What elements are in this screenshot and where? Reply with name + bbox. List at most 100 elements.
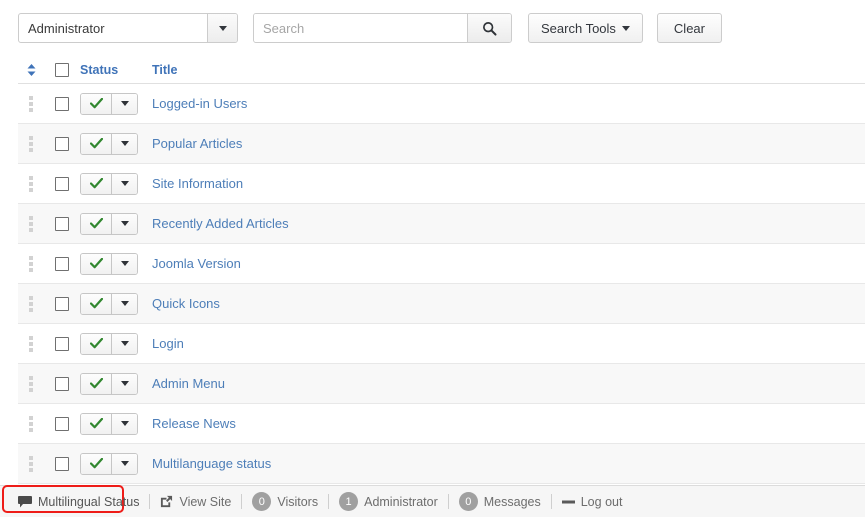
row-status-cell xyxy=(80,412,152,435)
table-row: Logged-in Users xyxy=(18,84,865,124)
administrator-item[interactable]: 1 Administrator xyxy=(329,492,448,511)
status-dropdown-button[interactable] xyxy=(111,453,137,474)
drag-handle[interactable] xyxy=(18,335,44,352)
status-toggle-button[interactable] xyxy=(81,213,111,234)
filter-select-value: Administrator xyxy=(28,20,105,36)
external-link-icon xyxy=(161,495,173,508)
status-dropdown-button[interactable] xyxy=(111,373,137,394)
status-toggle-button[interactable] xyxy=(81,333,111,354)
chevron-down-icon[interactable] xyxy=(207,14,237,42)
messages-item[interactable]: 0 Messages xyxy=(449,492,551,511)
drag-handle[interactable] xyxy=(18,135,44,152)
widgets-manager-page: Administrator Search Tools Clear xyxy=(0,0,865,517)
filter-select[interactable]: Administrator xyxy=(18,13,238,43)
row-checkbox[interactable] xyxy=(55,256,69,271)
search-tools-button[interactable]: Search Tools xyxy=(528,13,643,43)
row-title-link[interactable]: Recently Added Articles xyxy=(152,216,289,231)
row-title-link[interactable]: Multilanguage status xyxy=(152,456,271,471)
clear-button[interactable]: Clear xyxy=(656,13,722,43)
select-all-checkbox[interactable] xyxy=(55,62,69,77)
sort-column-header[interactable] xyxy=(18,63,44,77)
drag-handle[interactable] xyxy=(18,175,44,192)
search-button[interactable] xyxy=(467,14,511,42)
row-checkbox[interactable] xyxy=(55,456,69,471)
status-toggle-button[interactable] xyxy=(81,93,111,114)
row-checkbox[interactable] xyxy=(55,336,69,351)
table-row: Release News xyxy=(18,404,865,444)
row-title-link[interactable]: Popular Articles xyxy=(152,136,242,151)
drag-handle[interactable] xyxy=(18,215,44,232)
status-toggle-button[interactable] xyxy=(81,373,111,394)
row-title-cell: Release News xyxy=(152,416,865,431)
row-checkbox[interactable] xyxy=(55,296,69,311)
row-title-link[interactable]: Login xyxy=(152,336,184,351)
row-checkbox[interactable] xyxy=(55,96,69,111)
chevron-down-icon xyxy=(120,181,129,186)
status-dropdown-button[interactable] xyxy=(111,293,137,314)
row-title-link[interactable]: Logged-in Users xyxy=(152,96,247,111)
row-status-cell xyxy=(80,92,152,115)
table-row: Recently Added Articles xyxy=(18,204,865,244)
check-icon xyxy=(89,418,103,429)
chevron-down-icon xyxy=(120,101,129,106)
view-site-item[interactable]: View Site xyxy=(150,495,241,509)
chevron-down-icon xyxy=(120,461,129,466)
row-checkbox[interactable] xyxy=(55,376,69,391)
sort-updown-icon xyxy=(27,63,35,76)
row-checkbox[interactable] xyxy=(55,176,69,191)
row-title-link[interactable]: Admin Menu xyxy=(152,376,225,391)
status-dropdown-button[interactable] xyxy=(111,413,137,434)
row-title-link[interactable]: Quick Icons xyxy=(152,296,220,311)
row-checkbox[interactable] xyxy=(55,136,69,151)
row-select-cell xyxy=(44,296,80,311)
row-select-cell xyxy=(44,96,80,111)
status-dropdown-button[interactable] xyxy=(111,93,137,114)
row-title-link[interactable]: Joomla Version xyxy=(152,256,241,271)
status-column-header[interactable]: Status xyxy=(80,63,152,77)
multilingual-status-item[interactable]: Multilingual Status xyxy=(8,495,149,509)
drag-handle[interactable] xyxy=(18,455,44,472)
row-checkbox[interactable] xyxy=(55,416,69,431)
title-column-header[interactable]: Title xyxy=(152,63,865,77)
status-dropdown-button[interactable] xyxy=(111,333,137,354)
drag-handle[interactable] xyxy=(18,295,44,312)
logout-item[interactable]: Log out xyxy=(552,495,633,509)
chevron-down-icon xyxy=(120,221,129,226)
drag-handle[interactable] xyxy=(18,415,44,432)
status-toggle-button[interactable] xyxy=(81,133,111,154)
drag-handle[interactable] xyxy=(18,375,44,392)
status-dropdown-button[interactable] xyxy=(111,133,137,154)
drag-handle[interactable] xyxy=(18,95,44,112)
drag-dots-icon xyxy=(29,175,33,192)
chevron-down-icon xyxy=(120,381,129,386)
search-input[interactable] xyxy=(254,14,467,42)
status-toggle-button[interactable] xyxy=(81,453,111,474)
check-icon xyxy=(89,258,103,269)
status-button-group xyxy=(80,92,138,115)
status-toggle-button[interactable] xyxy=(81,413,111,434)
table-row: Multilanguage status xyxy=(18,444,865,484)
row-select-cell xyxy=(44,136,80,151)
drag-dots-icon xyxy=(29,415,33,432)
check-icon xyxy=(89,138,103,149)
status-dropdown-button[interactable] xyxy=(111,173,137,194)
row-select-cell xyxy=(44,416,80,431)
row-checkbox[interactable] xyxy=(55,216,69,231)
minus-icon xyxy=(561,500,575,503)
title-column-label: Title xyxy=(152,62,178,77)
drag-dots-icon xyxy=(29,215,33,232)
table-row: Quick Icons xyxy=(18,284,865,324)
row-title-link[interactable]: Site Information xyxy=(152,176,243,191)
search-tools-label: Search Tools xyxy=(541,20,616,36)
status-toggle-button[interactable] xyxy=(81,253,111,274)
drag-handle[interactable] xyxy=(18,255,44,272)
row-select-cell xyxy=(44,336,80,351)
status-toggle-button[interactable] xyxy=(81,293,111,314)
status-dropdown-button[interactable] xyxy=(111,253,137,274)
status-dropdown-button[interactable] xyxy=(111,213,137,234)
drag-dots-icon xyxy=(29,135,33,152)
row-title-link[interactable]: Release News xyxy=(152,416,236,431)
check-icon xyxy=(89,218,103,229)
status-toggle-button[interactable] xyxy=(81,173,111,194)
visitors-item[interactable]: 0 Visitors xyxy=(242,492,328,511)
